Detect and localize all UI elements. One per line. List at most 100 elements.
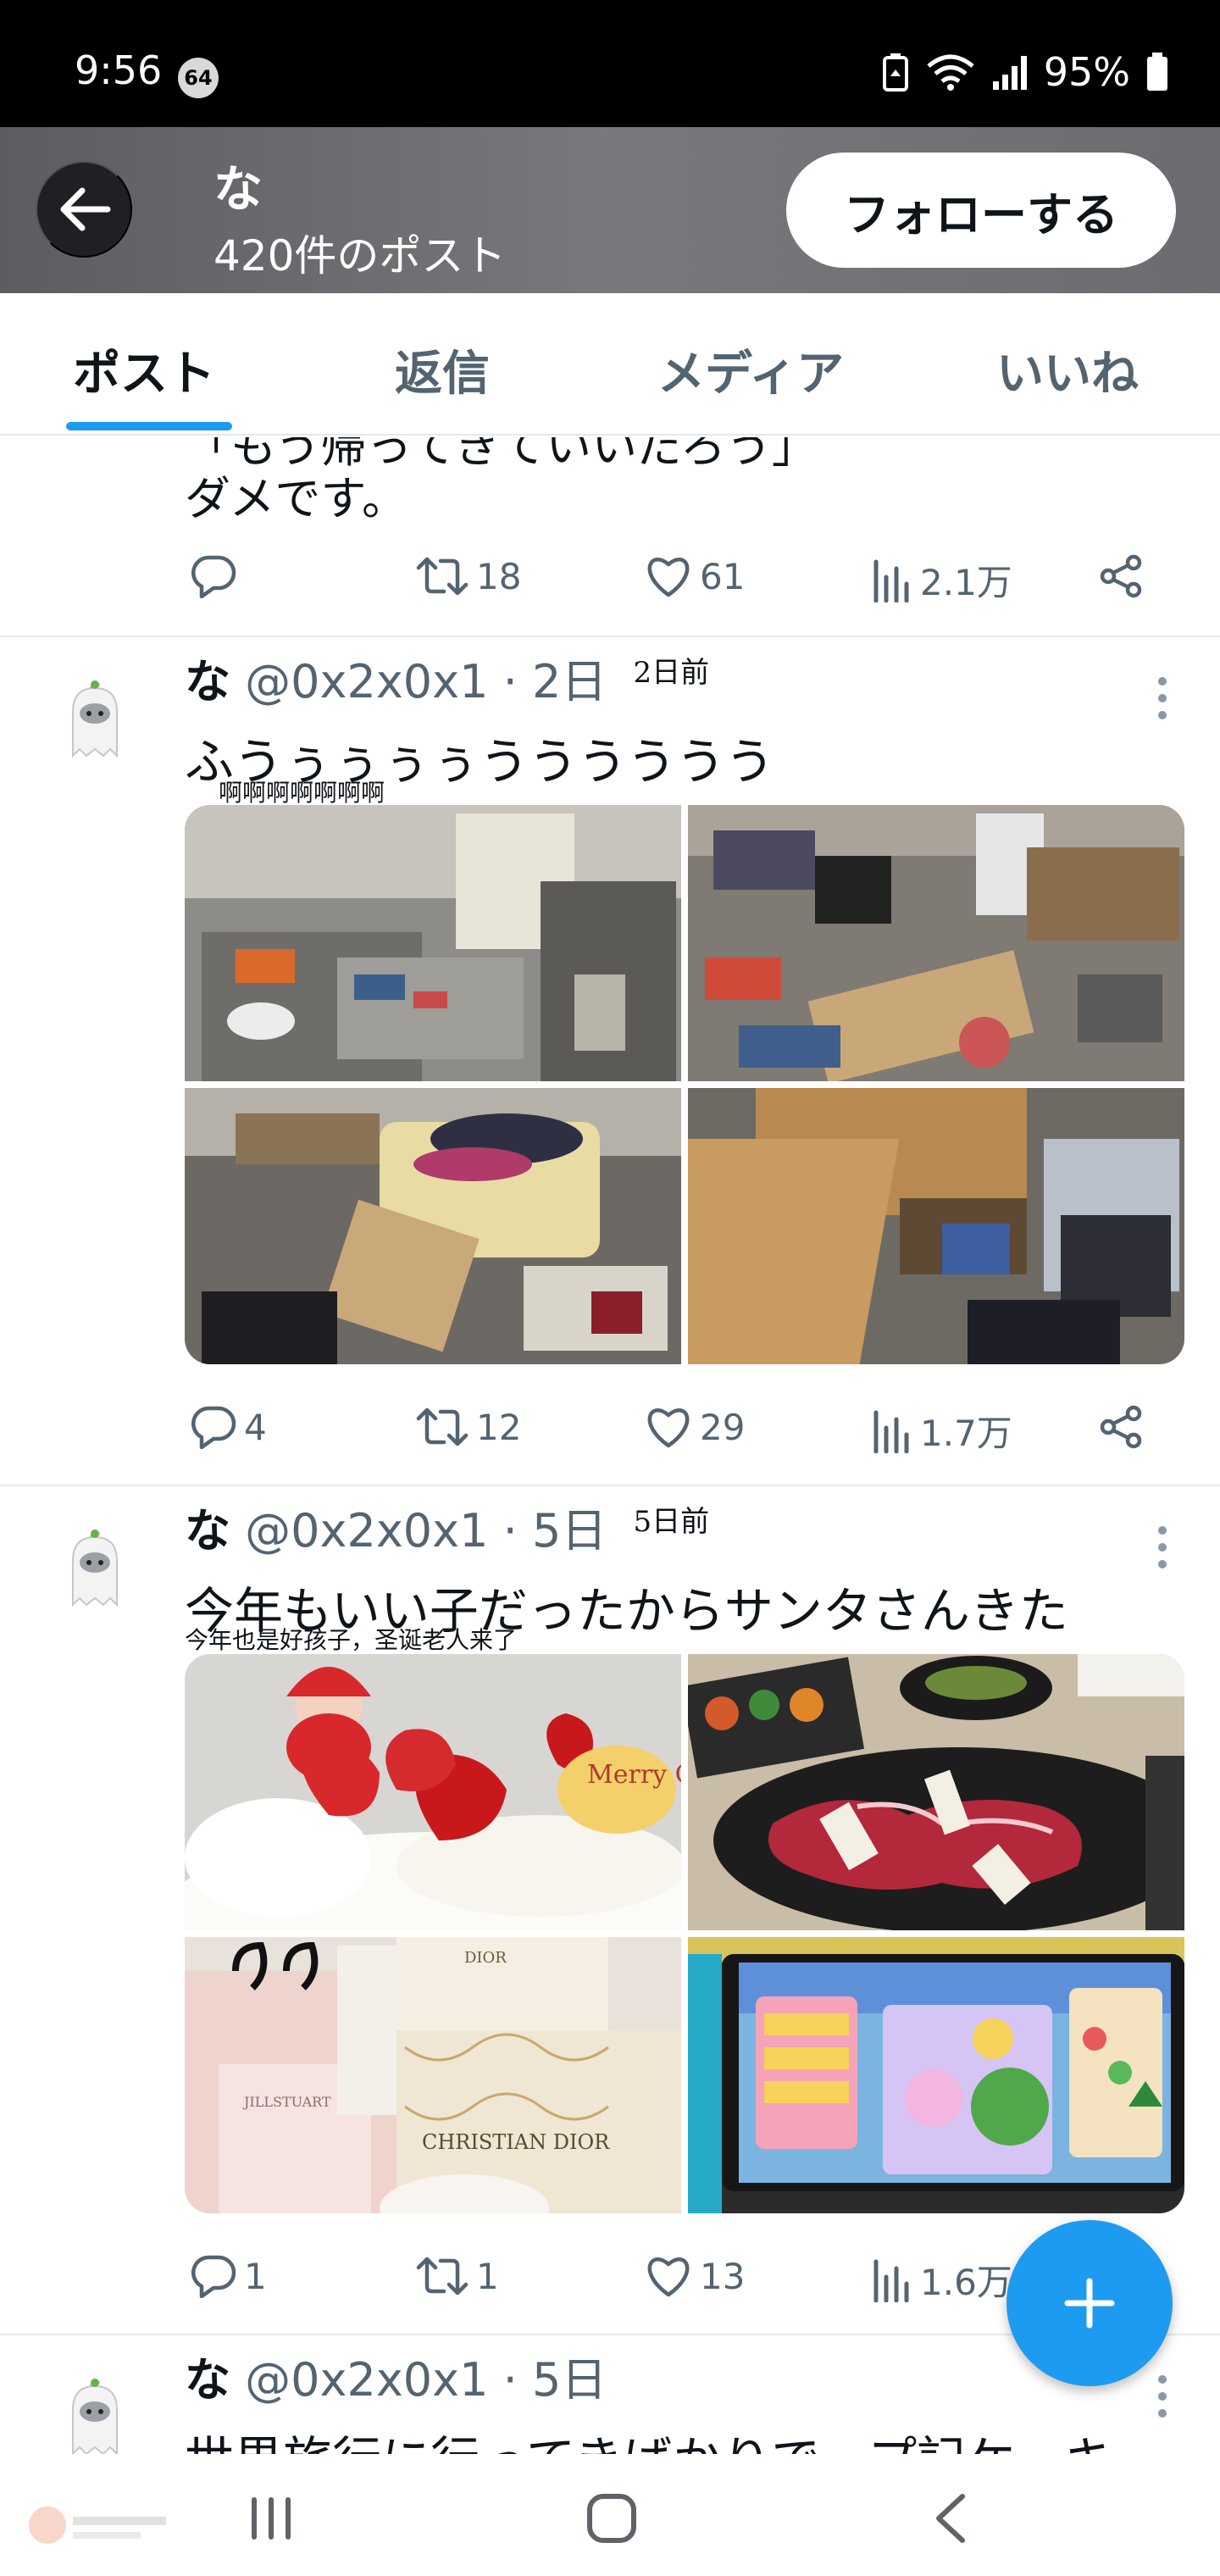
repost-button[interactable]: 12 <box>415 1405 521 1449</box>
repost-count: 18 <box>476 555 522 597</box>
repost-button[interactable]: 1 <box>415 2254 499 2298</box>
heart-icon <box>647 558 690 597</box>
share-icon <box>1100 554 1142 598</box>
reply-button[interactable]: 1 <box>190 2254 267 2298</box>
dior-box-text: DIOR <box>464 1949 507 1967</box>
active-tab-indicator <box>66 422 232 430</box>
media-image-furniture[interactable] <box>688 1088 1184 1364</box>
like-button[interactable]: 13 <box>644 2254 745 2298</box>
repost-icon <box>416 2257 469 2296</box>
tab-likes[interactable]: いいね <box>996 336 1139 404</box>
tab-media[interactable]: メディア <box>657 336 844 404</box>
like-button[interactable]: 29 <box>644 1405 745 1449</box>
like-count: 29 <box>700 1406 746 1448</box>
more-options-icon[interactable] <box>1156 1522 1169 1573</box>
like-count: 61 <box>700 555 746 597</box>
share-button[interactable] <box>1098 1405 1145 1449</box>
share-icon <box>1100 1405 1142 1449</box>
share-button[interactable] <box>1098 554 1145 598</box>
media-image-game[interactable] <box>688 1937 1184 2213</box>
bar-chart-icon <box>873 1410 909 1453</box>
avatar[interactable] <box>61 1527 129 1612</box>
media-grid[interactable]: Merry Christmas JILLSTUART DIOR CHRISTIAN … <box>185 1654 1184 2213</box>
battery-icon <box>1147 53 1167 91</box>
jillstuart-logo-text: JILLSTUART <box>242 2094 331 2110</box>
views-button[interactable]: 1.7万 <box>873 1405 1012 1457</box>
profile-tabs: ポスト 返信 メディア いいね <box>0 293 1220 436</box>
media-image-room[interactable] <box>688 805 1184 1081</box>
compose-post-button[interactable] <box>1006 2220 1173 2386</box>
profile-name: な <box>214 160 263 218</box>
translation-overlay: 啊啊啊啊啊啊啊 <box>219 779 385 807</box>
watermark-logo-icon <box>29 2507 166 2544</box>
timeline-feed[interactable]: 「もう帰ってきていいだろう」 ダメです。 18 61 2.1万 な @0x2x0… <box>0 437 1220 2454</box>
media-image-bedroom[interactable] <box>185 1088 681 1364</box>
status-icons: 95% <box>881 49 1169 95</box>
media-grid[interactable] <box>185 805 1184 1364</box>
post-card[interactable]: な @0x2x0x1 · 5日 5日前 今年もいい子だったからサンタさんきた 今… <box>0 1488 1220 2335</box>
post-header: な @0x2x0x1 · 2日 2日前 <box>185 655 710 708</box>
post-header: な @0x2x0x1 · 5日 5日前 <box>185 1504 710 1557</box>
post-header: な @0x2x0x1 · 5日 <box>185 2353 607 2407</box>
post-date[interactable]: 2日 <box>532 655 607 708</box>
heart-icon <box>647 1408 690 1448</box>
recycle-battery-icon <box>882 53 908 92</box>
like-button[interactable]: 61 <box>644 554 745 598</box>
back-nav-button[interactable] <box>917 2484 984 2552</box>
system-navigation-bar <box>0 2454 1220 2576</box>
author-name[interactable]: な <box>185 2353 230 2407</box>
status-bar: 9:56 64 95% <box>0 0 1220 127</box>
post-text: 世界旅行に行ってきばかりで、プ記ケーキ <box>185 2420 1113 2454</box>
back-button[interactable] <box>36 161 132 258</box>
repost-button[interactable]: 18 <box>415 554 521 598</box>
reply-count: 1 <box>244 2255 267 2297</box>
media-image-kitchen[interactable] <box>185 805 681 1081</box>
repost-icon <box>416 557 469 596</box>
recent-apps-icon <box>252 2497 291 2540</box>
tab-replies[interactable]: 返信 <box>395 336 490 404</box>
views-button[interactable]: 2.1万 <box>873 554 1012 606</box>
battery-percent: 95% <box>1043 49 1130 95</box>
status-time: 9:56 <box>75 47 163 93</box>
more-options-icon[interactable] <box>1156 673 1169 724</box>
post-card-partial[interactable]: 「もう帰ってきていいだろう」 ダメです。 18 61 2.1万 <box>0 437 1220 637</box>
tab-posts[interactable]: ポスト <box>73 336 215 404</box>
author-handle[interactable]: @0x2x0x1 <box>245 1504 488 1557</box>
translation-overlay: 今年也是好孩子，圣诞老人来了 <box>185 1626 518 1654</box>
avatar[interactable] <box>61 678 129 763</box>
signal-icon <box>992 56 1027 90</box>
cake-plaque-text: Merry Christmas <box>587 1760 681 1790</box>
follow-button[interactable]: フォローする <box>786 153 1176 268</box>
author-name[interactable]: な <box>185 1504 230 1557</box>
reply-button[interactable]: 4 <box>190 1405 267 1449</box>
like-count: 13 <box>700 2255 746 2297</box>
post-card[interactable]: な @0x2x0x1 · 2日 2日前 ふうぅぅぅぅうううううう 啊啊啊啊啊啊啊 <box>0 639 1220 1486</box>
post-actions: 4 12 29 1.7万 <box>185 1405 1167 1464</box>
repost-count: 1 <box>476 2255 499 2297</box>
media-image-gifts[interactable]: JILLSTUART DIOR CHRISTIAN DIOR <box>185 1937 681 2213</box>
post-date[interactable]: 5日 <box>532 1504 607 1557</box>
post-date[interactable]: 5日 <box>532 2353 607 2407</box>
author-name[interactable]: な <box>185 655 230 708</box>
view-count: 1.6万 <box>920 2262 1012 2303</box>
reply-button[interactable] <box>190 554 237 598</box>
post-actions: 18 61 2.1万 <box>185 554 1167 613</box>
bar-chart-icon <box>873 2259 909 2302</box>
media-image-yakiniku[interactable] <box>688 1654 1184 1930</box>
views-button[interactable]: 1.6万 <box>873 2254 1012 2306</box>
translated-date: 5日前 <box>633 1505 710 1539</box>
recent-apps-button[interactable] <box>237 2484 305 2552</box>
arrow-left-icon <box>60 187 111 231</box>
notification-count-badge: 64 <box>178 58 219 98</box>
more-options-icon[interactable] <box>1156 2371 1169 2422</box>
repost-icon <box>416 1407 469 1446</box>
reply-icon <box>191 1406 236 1449</box>
chevron-left-icon <box>936 2494 965 2543</box>
christian-dior-box-text: CHRISTIAN DIOR <box>422 2130 610 2154</box>
author-handle[interactable]: @0x2x0x1 <box>245 655 488 708</box>
media-image-cake[interactable]: Merry Christmas <box>185 1654 681 1930</box>
avatar[interactable] <box>61 2376 129 2454</box>
post-count: 420件のポスト <box>214 231 507 280</box>
home-button[interactable] <box>578 2484 646 2552</box>
author-handle[interactable]: @0x2x0x1 <box>245 2353 488 2407</box>
